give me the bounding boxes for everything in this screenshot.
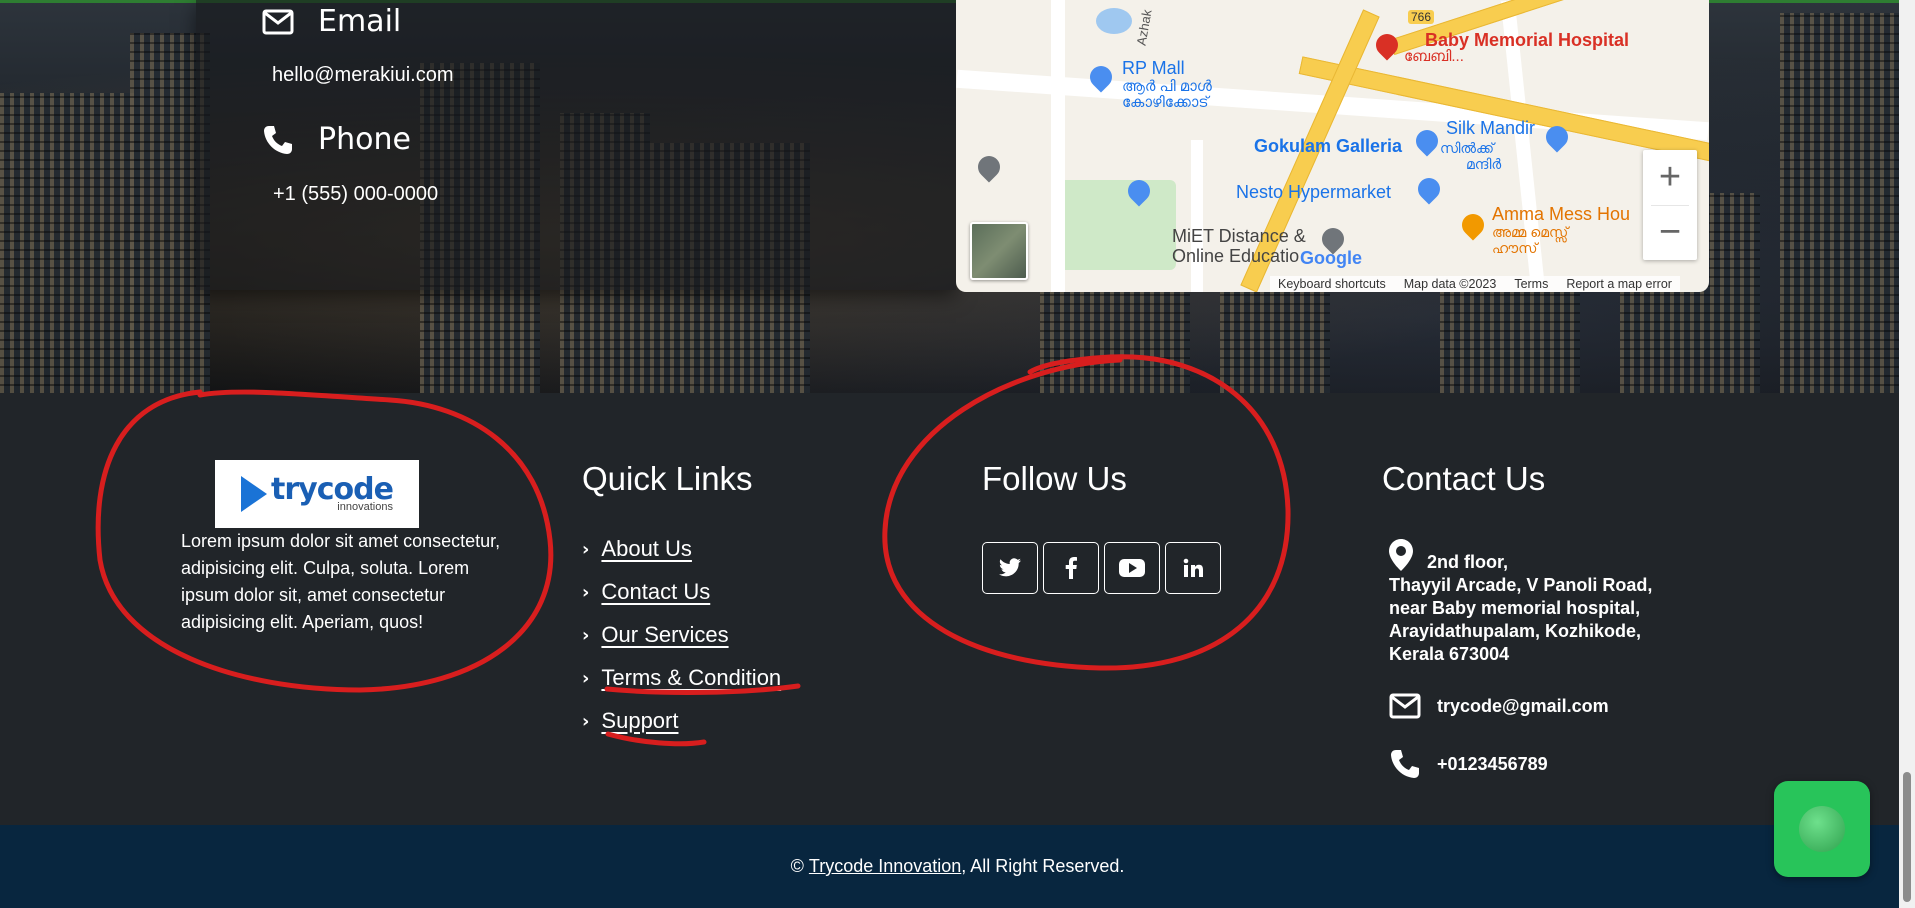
about-us-link[interactable]: About Us (601, 536, 692, 562)
map-place: അമ്മ മെസ്സ് (1492, 224, 1569, 240)
map-place[interactable]: MiET Distance & (1172, 226, 1306, 247)
phone-heading: Phone (262, 122, 411, 157)
email-heading: Email (262, 4, 401, 39)
linkedin-icon (1183, 558, 1203, 577)
chevron-right-icon: › (582, 710, 590, 732)
about-text: Lorem ipsum dolor sit amet consectetur, … (181, 531, 501, 632)
email-value: hello@merakiui.com (272, 64, 454, 86)
map-park (1056, 180, 1176, 270)
terms-link[interactable]: Terms (1514, 277, 1548, 291)
support-link[interactable]: Support (601, 708, 678, 734)
map-footer-bar: Keyboard shortcuts Map data ©2023 Terms … (1270, 276, 1680, 292)
address-line: Thayyil Arcade, V Panoli Road, (1389, 575, 1653, 595)
copyright-suffix: , All Right Reserved. (961, 856, 1125, 876)
map-place: Online Educatio (1172, 246, 1300, 266)
quick-link-services[interactable]: › Our Services (582, 622, 729, 648)
footer-phone: +0123456789 (1389, 748, 1548, 780)
quick-link-terms[interactable]: › Terms & Condition (582, 665, 781, 691)
zoom-in-button[interactable]: + (1643, 150, 1697, 205)
map-place[interactable]: Nesto Hypermarket (1236, 182, 1391, 203)
route-shield: 766 (1408, 10, 1435, 24)
trycode-logo[interactable]: trycode innovations (215, 460, 419, 528)
map-place[interactable]: RP Mall (1122, 58, 1185, 79)
zoom-out-button[interactable]: − (1643, 205, 1697, 260)
footer-email: trycode@gmail.com (1389, 693, 1609, 719)
facebook-icon (1065, 557, 1077, 579)
report-map-error-link[interactable]: Report a map error (1566, 277, 1672, 291)
terms-condition-link[interactable]: Terms & Condition (601, 665, 781, 691)
quick-link-about[interactable]: › About Us (582, 536, 692, 562)
quick-links-title: Quick Links (582, 460, 753, 497)
road-label: Azhak (1133, 8, 1155, 47)
envelope-icon (1389, 693, 1421, 719)
address-line: near Baby memorial hospital, (1389, 598, 1641, 618)
map-road (1191, 140, 1203, 292)
facebook-button[interactable] (1043, 542, 1099, 594)
chevron-right-icon: › (582, 624, 590, 646)
google-map[interactable]: Baby Memorial Hospital ബേബി... RP Mall ആ… (956, 0, 1709, 292)
linkedin-button[interactable] (1165, 542, 1221, 594)
shop-pin-icon[interactable] (1411, 125, 1443, 157)
phone-label: Phone (318, 122, 411, 157)
phone-icon (1391, 750, 1419, 778)
keyboard-shortcuts-link[interactable]: Keyboard shortcuts (1278, 277, 1386, 291)
twitter-button[interactable] (982, 542, 1038, 594)
copyright-bar: © Trycode Innovation, All Right Reserved… (0, 825, 1915, 908)
map-place[interactable]: Gokulam Galleria (1254, 136, 1402, 157)
map-road (1051, 0, 1065, 292)
copyright-prefix: © (790, 856, 809, 876)
map-place: സിൽക്ക് (1440, 140, 1494, 156)
footer-phone-value[interactable]: +0123456789 (1437, 754, 1548, 775)
quick-link-support[interactable]: › Support (582, 708, 678, 734)
contact-us-title: Contact Us (1382, 460, 1546, 497)
chevron-right-icon: › (582, 581, 590, 603)
hospital-pin-icon[interactable] (1371, 29, 1403, 61)
map-place[interactable]: Amma Mess Hou (1492, 204, 1630, 225)
map-pond (1096, 8, 1132, 34)
social-buttons (982, 542, 1221, 594)
map-place: മന്ദിർ (1466, 156, 1502, 172)
map-place: കോഴിക്കോട് (1122, 94, 1209, 111)
address-block: 2nd floor, Thayyil Arcade, V Panoli Road… (1389, 543, 1689, 666)
youtube-button[interactable] (1104, 542, 1160, 594)
map-place[interactable]: Silk Mandir (1446, 118, 1535, 139)
address-line: 2nd floor, (1427, 552, 1508, 572)
email-label: Email (318, 4, 402, 39)
envelope-icon (262, 9, 294, 34)
map-place: ബേബി... (1404, 48, 1464, 65)
restaurant-pin-icon[interactable] (1457, 209, 1489, 241)
cart-pin-icon[interactable] (1413, 173, 1445, 205)
footer-email-value[interactable]: trycode@gmail.com (1437, 696, 1609, 717)
quick-link-contact[interactable]: › Contact Us (582, 579, 710, 605)
address-line: Arayidathupalam, Kozhikode, (1389, 621, 1642, 641)
our-services-link[interactable]: Our Services (601, 622, 728, 648)
page-scrollbar[interactable] (1899, 0, 1915, 908)
chevron-right-icon: › (582, 538, 590, 560)
contact-us-link[interactable]: Contact Us (601, 579, 710, 605)
trycode-innovation-link[interactable]: Trycode Innovation (809, 856, 961, 877)
map-data-text: Map data ©2023 (1403, 277, 1497, 291)
logo-word: trycode (271, 471, 394, 507)
scrollbar-thumb[interactable] (1903, 772, 1911, 902)
map-place: ഹൗസ് (1492, 240, 1538, 256)
chevron-right-icon: › (582, 667, 590, 689)
chat-icon (1799, 806, 1845, 852)
youtube-icon (1119, 559, 1145, 577)
logo-arrow-icon (241, 476, 268, 512)
google-logo: Google (1300, 248, 1362, 268)
twitter-icon (999, 558, 1021, 577)
phone-value: +1 (555) 000-0000 (273, 183, 439, 205)
place-pin-icon[interactable] (973, 151, 1005, 183)
follow-us-title: Follow Us (982, 460, 1127, 497)
zoom-controls: + − (1643, 150, 1697, 260)
satellite-toggle[interactable] (970, 222, 1028, 280)
map-place: ആർ പി മാൾ (1122, 78, 1212, 95)
chat-button[interactable] (1774, 781, 1870, 877)
phone-icon (264, 125, 292, 154)
address-line: Kerala 673004 (1389, 644, 1510, 664)
